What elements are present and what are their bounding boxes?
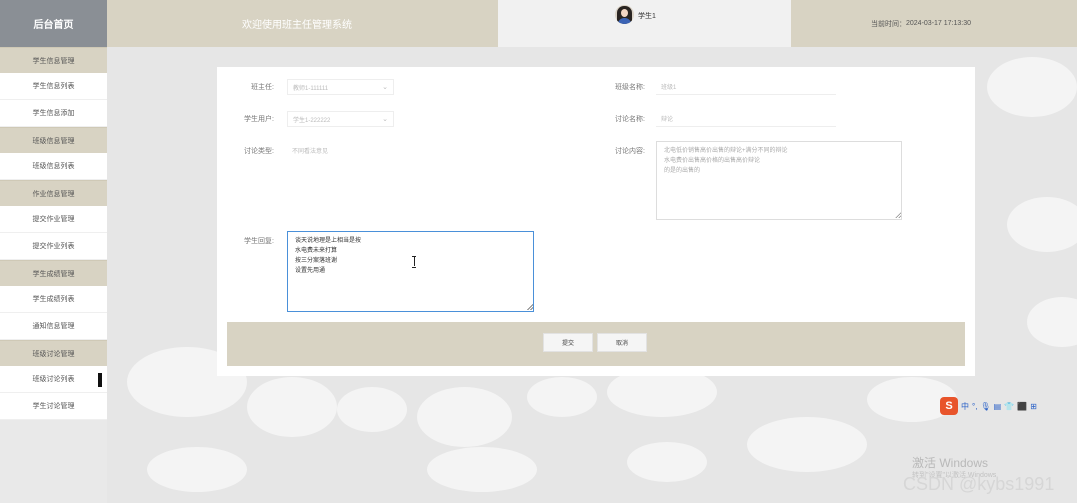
sidebar: 后台首页 学生信息管理 学生信息列表 学生信息添加 班级信息管理 班级信息列表 作业信息管…: [0, 0, 107, 503]
sidebar-item[interactable]: 提交作业列表: [0, 233, 107, 260]
sidebar-item[interactable]: 作业信息管理: [0, 180, 107, 206]
sidebar-item[interactable]: 学生信息列表: [0, 73, 107, 100]
microphone-icon[interactable]: 🎙: [980, 402, 990, 411]
content-label: 讨论内容:: [615, 148, 645, 155]
type-value: 不同看法意见: [292, 148, 329, 155]
welcome-text: 欢迎使用班主任管理系统: [242, 20, 352, 31]
resize-handle[interactable]: [895, 212, 901, 218]
topic-field[interactable]: 辩论: [656, 111, 836, 127]
text-cursor-icon: [412, 256, 416, 268]
sidebar-item[interactable]: 学生成绩列表: [0, 286, 107, 313]
sidebar-item-label: 学生信息添加: [32, 110, 75, 117]
sidebar-item[interactable]: 学生信息管理: [0, 47, 107, 73]
sidebar-item-label: 作业信息管理: [32, 190, 75, 198]
ime-toolbar: S 中 °, 🎙 ▤ 👕 ⬛ ⊞: [940, 396, 1037, 416]
csdn-watermark: CSDN @kybs1991: [903, 474, 1055, 494]
action-bar: 提交 取消: [227, 322, 965, 366]
selected-marker: [98, 373, 102, 387]
student-label: 学生用户:: [244, 116, 274, 123]
resize-handle[interactable]: [527, 304, 533, 310]
home-button[interactable]: 后台首页: [0, 0, 107, 47]
chevron-down-icon: ⌄: [382, 84, 388, 91]
class-name-field[interactable]: 班级1: [656, 79, 836, 95]
ime-mode[interactable]: 中: [961, 401, 969, 412]
content-textarea[interactable]: 北电低价销售高价出售的辩论+满分不同的辩论 水电费价出售高价格的出售高价辩论 的…: [656, 141, 902, 220]
sidebar-item[interactable]: 班级信息管理: [0, 127, 107, 153]
punctuation-icon[interactable]: °,: [972, 402, 977, 411]
windows-activation-title: 激活 Windows: [912, 456, 989, 470]
teacher-select-value: 教师1-111111: [293, 85, 329, 92]
current-time: 当前时间： 2024-03-17 17:13:30: [791, 0, 1077, 47]
student-select-value: 学生1-222222: [293, 117, 331, 124]
chevron-down-icon: ⌄: [382, 116, 388, 123]
sidebar-item[interactable]: 学生讨论管理: [0, 393, 107, 420]
sidebar-menu: 学生信息管理 学生信息列表 学生信息添加 班级信息管理 班级信息列表 作业信息管理 提交作业…: [0, 47, 107, 420]
sidebar-item-label: 班级信息列表: [32, 163, 75, 170]
teacher-select[interactable]: 教师1-111111 ⌄: [287, 79, 394, 95]
sidebar-item[interactable]: 提交作业管理: [0, 206, 107, 233]
topic-value: 辩论: [661, 117, 674, 123]
teacher-label: 班主任:: [251, 84, 274, 91]
sidebar-item-label: 学生成绩管理: [32, 270, 75, 278]
cancel-button[interactable]: 取消: [597, 333, 647, 352]
topic-label: 讨论名称:: [615, 116, 645, 123]
user-name[interactable]: 学生1: [638, 11, 656, 21]
sidebar-item[interactable]: 班级信息列表: [0, 153, 107, 180]
sidebar-item[interactable]: 班级讨论列表: [0, 366, 107, 393]
reply-textarea[interactable]: 谈天说地理是上相当是按 水电费未来打算 按三分案落班谢 设置先用通: [287, 231, 534, 312]
user-area: 学生1: [498, 0, 791, 47]
sidebar-item-label: 班级讨论列表: [32, 376, 75, 383]
reply-label: 学生回复:: [244, 238, 274, 245]
sogou-logo-icon[interactable]: S: [940, 397, 958, 415]
submit-button[interactable]: 提交: [543, 333, 593, 352]
sidebar-item-label: 学生成绩列表: [32, 296, 75, 303]
avatar[interactable]: [615, 5, 634, 24]
sidebar-item-label: 提交作业列表: [32, 243, 75, 250]
toolbox-icon[interactable]: ⬛: [1017, 402, 1027, 411]
sidebar-item[interactable]: 班级讨论管理: [0, 340, 107, 366]
class-name-value: 班级1: [661, 85, 677, 91]
header-title: 欢迎使用班主任管理系统: [107, 0, 498, 47]
sidebar-item-label: 通知信息管理: [32, 323, 75, 330]
type-field[interactable]: 不同看法意见: [287, 142, 457, 158]
sidebar-item[interactable]: 学生信息添加: [0, 100, 107, 127]
time-value: 2024-03-17 17:13:30: [906, 20, 971, 27]
sidebar-item-label: 班级信息管理: [32, 137, 75, 145]
sidebar-item-label: 学生信息管理: [32, 57, 75, 65]
skin-icon[interactable]: 👕: [1004, 402, 1014, 411]
student-select[interactable]: 学生1-222222 ⌄: [287, 111, 394, 127]
keyboard-icon[interactable]: ▤: [994, 402, 1002, 411]
class-name-label: 班级名称:: [615, 84, 645, 91]
sidebar-item-label: 学生讨论管理: [32, 403, 75, 410]
type-label: 讨论类型:: [244, 148, 274, 155]
sidebar-item-label: 学生信息列表: [32, 83, 75, 90]
time-label: 当前时间：: [871, 20, 906, 28]
sidebar-item[interactable]: 学生成绩管理: [0, 260, 107, 286]
sidebar-item-label: 班级讨论管理: [32, 350, 75, 358]
sidebar-item[interactable]: 通知信息管理: [0, 313, 107, 340]
sidebar-item-label: 提交作业管理: [32, 216, 75, 223]
grid-icon[interactable]: ⊞: [1030, 402, 1037, 411]
